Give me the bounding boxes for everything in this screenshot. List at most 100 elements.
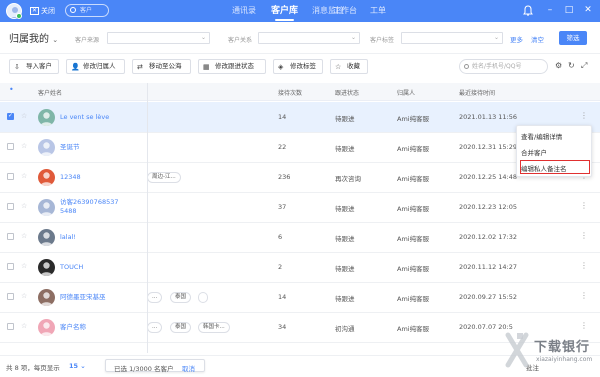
customer-avatar <box>38 259 55 276</box>
edit-tag-button[interactable]: ◈ 修改标签 <box>273 59 323 74</box>
owner-scope-select[interactable]: 归属我的 ⌄ <box>9 30 58 45</box>
source-filter-label: 客户来源 <box>75 37 100 44</box>
more-options-icon[interactable]: ⋮ <box>580 231 588 240</box>
column-select-dot[interactable]: • <box>9 85 14 94</box>
nav-contacts[interactable]: 通讯录 <box>232 0 256 22</box>
star-icon: ☆ <box>335 63 342 71</box>
follow-status: 待跟进 <box>335 235 355 243</box>
table-row[interactable]: ☆ 阿德墨亚宋基巫... 泰国 14 待跟进 Ami纯客服 2020.09.27 15:52… <box>0 282 600 313</box>
customer-name-link[interactable]: TOUCH <box>60 263 135 272</box>
bell-icon[interactable] <box>523 5 533 16</box>
last-contact-time: 2020.12.31 15:29 <box>459 143 518 151</box>
more-options-icon[interactable]: ⋮ <box>580 261 588 270</box>
star-icon[interactable]: ☆ <box>21 322 27 330</box>
star-icon[interactable]: ☆ <box>21 172 27 180</box>
row-checkbox[interactable] <box>7 263 14 270</box>
tag-filter-select[interactable]: ⌄ <box>401 32 503 44</box>
table-row[interactable]: ☆圣诞节22待跟进Ami纯客服2020.12.31 15:29⋮ <box>0 132 600 163</box>
customer-tag: ... <box>147 322 163 333</box>
clear-filters-link[interactable]: 清空 <box>531 34 544 44</box>
customer-name-link[interactable]: 客户名称 <box>60 323 135 332</box>
table-row[interactable]: ☆ lalal! 6 待跟进 Ami纯客服 2020.12.02 17:32 ⋮ <box>0 222 600 253</box>
edit-owner-button[interactable]: 👤 修改归属人 <box>66 59 125 74</box>
last-contact-time: 2020.12.23 12:05 <box>459 203 518 211</box>
move-to-pool-button[interactable]: ⇄ 移动至公海 <box>132 59 191 74</box>
tag-filter-label: 客户标签 <box>370 37 395 44</box>
row-checkbox[interactable] <box>7 233 14 240</box>
frozen-column-divider <box>147 83 148 353</box>
star-icon[interactable]: ☆ <box>21 292 27 300</box>
top-bar: ✕ 关闭 客户 通讯录 客户库 消息监控 工作台 工单 – □ ✕ <box>0 0 600 22</box>
customer-name-link[interactable]: lalal! <box>60 233 135 242</box>
more-options-icon[interactable]: ⋮ <box>580 201 588 210</box>
customer-name-link[interactable]: 圣诞节 <box>60 143 135 152</box>
nav-tickets[interactable]: 工单 <box>370 0 386 22</box>
filter-bar: 归属我的 ⌄ 客户来源 ⌄ 客户关系 ⌄ 客户标签 ⌄ 更多 清空 筛选 <box>0 22 600 54</box>
star-icon[interactable]: ☆ <box>21 232 27 240</box>
row-checkbox[interactable] <box>7 112 14 120</box>
customer-tag: 周边-江... <box>147 172 181 183</box>
star-icon[interactable]: ☆ <box>21 202 27 210</box>
customer-avatar <box>38 229 55 246</box>
star-icon[interactable]: ☆ <box>21 142 27 150</box>
page-size-select[interactable]: 15 ⌄ <box>69 362 86 370</box>
source-filter-select[interactable]: ⌄ <box>107 32 210 44</box>
last-contact-time: 2020.12.25 14:48 <box>459 173 518 181</box>
customer-name-link[interactable]: 访客26390768537 5488 <box>60 198 132 216</box>
more-filters-link[interactable]: 更多 <box>510 34 523 44</box>
edit-status-button[interactable]: ▦ 修改跟进状态 <box>198 59 266 74</box>
nav-workbench[interactable]: 工作台 <box>333 0 357 22</box>
close-button[interactable]: ✕ 关闭 <box>30 6 55 16</box>
follow-status: 待跟进 <box>335 205 355 213</box>
table-row[interactable]: ☆ 访客26390768537 5488 37 待跟进 Ami纯客服 2020.12.23… <box>0 192 600 223</box>
table-row[interactable]: ☆ TOUCH 2 待跟进 Ami纯客服 2020.11.12 14:27 ⋮ <box>0 252 600 283</box>
contact-count: 6 <box>278 233 283 241</box>
owner-name: Ami纯客服 <box>397 325 430 333</box>
row-checkbox[interactable] <box>7 173 14 180</box>
contact-count: 34 <box>278 323 287 331</box>
row-checkbox[interactable] <box>7 203 14 210</box>
filter-button[interactable]: 筛选 <box>559 31 587 45</box>
table-row[interactable]: ☆ 12348 周边-江... 236 再次咨询 Ami纯客服 2020.12.25 14:… <box>0 162 600 193</box>
row-checkbox[interactable] <box>7 323 14 330</box>
minimize-icon[interactable]: – <box>544 4 556 16</box>
star-icon[interactable]: ☆ <box>21 262 27 270</box>
refresh-icon[interactable]: ↻ <box>568 61 575 70</box>
menu-merge-customer[interactable]: 合并客户 <box>521 147 547 157</box>
expand-icon[interactable]: ⤢ <box>581 61 587 71</box>
contact-count: 2 <box>278 263 283 271</box>
calendar-icon: ▦ <box>203 63 210 71</box>
row-checkbox[interactable] <box>7 143 14 150</box>
selection-info-box: 已选 1/3000 名客户 取消 <box>105 359 205 373</box>
chevron-down-icon: ⌄ <box>200 34 206 41</box>
customer-tag: ... <box>147 292 163 303</box>
contact-count: 37 <box>278 203 287 211</box>
favorite-button[interactable]: ☆ 收藏 <box>330 59 368 74</box>
customer-name-link[interactable]: 12348 <box>60 173 135 182</box>
import-customer-button[interactable]: ⇩ 导入客户 <box>9 59 59 74</box>
relation-filter-select[interactable]: ⌄ <box>258 32 360 44</box>
follow-status: 待跟进 <box>335 295 355 303</box>
customer-tag: 泰国 <box>170 292 192 303</box>
chevron-down-icon: ⌄ <box>350 34 356 41</box>
cancel-selection-link[interactable]: 取消 <box>182 363 195 373</box>
menu-view-edit-details[interactable]: 查看/编辑详情 <box>521 131 562 141</box>
table-row[interactable]: ☆ Le vent se lève 14 待跟进 Ami纯客服 2021.01.13 11… <box>0 102 600 133</box>
menu-edit-private-note-name[interactable]: 编辑私人备注名 <box>521 163 567 173</box>
top-search-input[interactable]: 客户 <box>65 4 109 17</box>
more-options-icon[interactable]: ⋮ <box>580 291 588 300</box>
settings-icon[interactable]: ⚙ <box>555 61 562 70</box>
maximize-icon[interactable]: □ <box>563 4 575 16</box>
contact-count: 14 <box>278 293 287 301</box>
star-icon[interactable]: ☆ <box>21 112 27 120</box>
close-box-icon: ✕ <box>30 7 39 15</box>
last-contact-time: 2020.11.12 14:27 <box>459 263 518 271</box>
more-options-icon[interactable]: ⋮ <box>580 111 588 120</box>
nav-customer-library[interactable]: 客户库 <box>271 0 298 22</box>
owner-name: Ami纯客服 <box>397 235 430 243</box>
customer-name-link[interactable]: 阿德墨亚宋基巫 <box>60 293 135 302</box>
customer-name-link[interactable]: Le vent se lève <box>60 113 135 122</box>
customer-search-input[interactable]: 姓名/手机号/QQ号 <box>459 59 548 74</box>
row-checkbox[interactable] <box>7 293 14 300</box>
close-icon[interactable]: ✕ <box>582 4 594 16</box>
